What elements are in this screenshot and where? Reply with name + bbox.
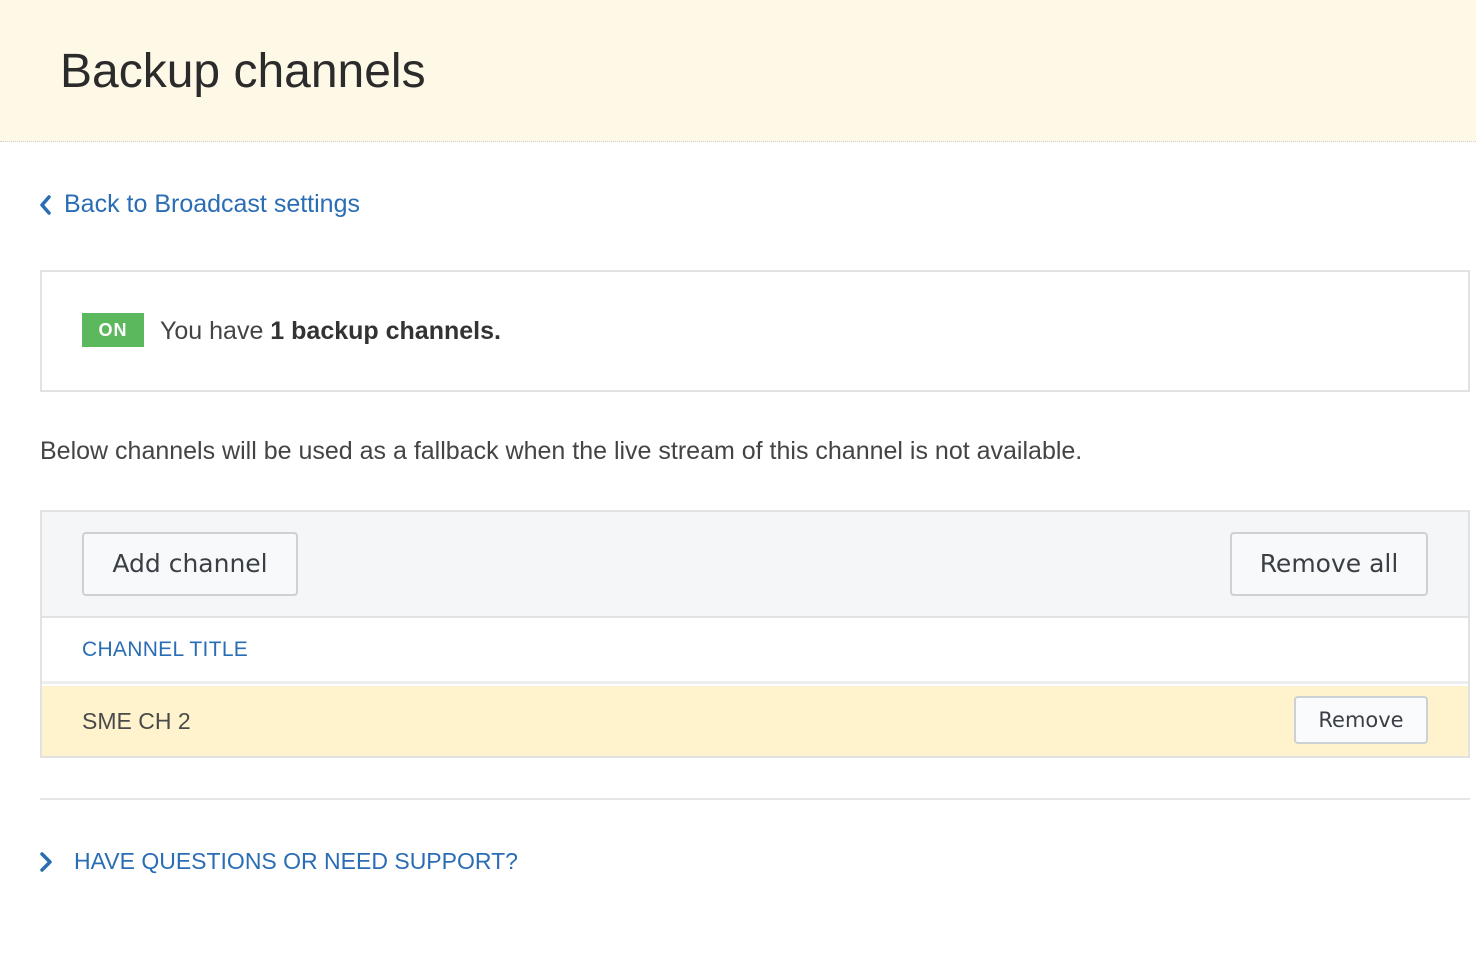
channel-title-cell: SME CH 2 [82, 708, 191, 734]
chevron-right-icon [40, 851, 52, 872]
channel-title-column-header: CHANNEL TITLE [42, 618, 1468, 684]
status-text: You have 1 backup channels. [160, 316, 501, 346]
page-title: Backup channels [60, 45, 426, 98]
backup-channels-panel: Add channel Remove all CHANNEL TITLE SME… [40, 510, 1470, 758]
backup-status-box: ON You have 1 backup channels. [40, 270, 1470, 392]
chevron-left-icon [40, 194, 51, 215]
add-channel-button[interactable]: Add channel [82, 532, 298, 596]
support-label: HAVE QUESTIONS OR NEED SUPPORT? [74, 848, 518, 874]
fallback-description: Below channels will be used as a fallbac… [40, 437, 1083, 465]
channels-toolbar: Add channel Remove all [42, 512, 1468, 618]
remove-channel-button[interactable]: Remove [1294, 696, 1428, 744]
section-divider [40, 798, 1470, 800]
back-link-label: Back to Broadcast settings [64, 190, 360, 218]
back-to-broadcast-settings-link[interactable]: Back to Broadcast settings [38, 190, 360, 219]
status-text-prefix: You have [160, 317, 271, 345]
remove-all-button[interactable]: Remove all [1230, 532, 1428, 596]
status-badge: ON [82, 313, 144, 347]
channel-title-header-label[interactable]: CHANNEL TITLE [82, 638, 248, 662]
table-row: SME CH 2 Remove [42, 686, 1468, 756]
support-toggle[interactable]: HAVE QUESTIONS OR NEED SUPPORT? [38, 848, 518, 875]
page-header: Backup channels [0, 0, 1476, 142]
status-text-count: 1 backup channels. [270, 317, 501, 345]
